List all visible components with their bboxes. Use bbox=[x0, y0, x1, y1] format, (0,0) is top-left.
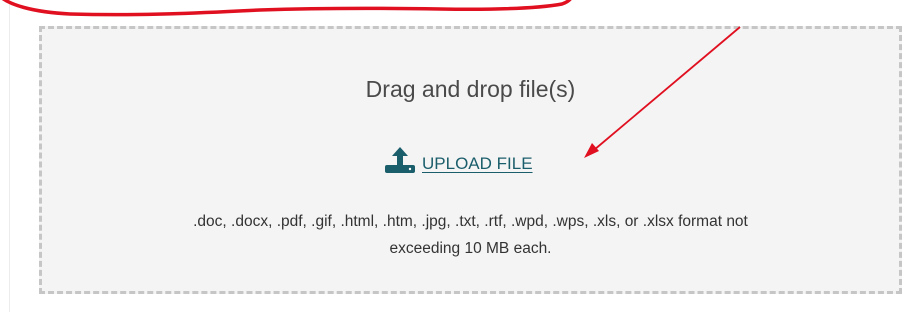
allowed-formats-line-2: exceeding 10 MB each. bbox=[389, 240, 552, 257]
file-drop-zone[interactable]: Drag and drop file(s) UPLOAD FILE .doc, … bbox=[39, 26, 902, 294]
left-divider bbox=[9, 0, 10, 312]
page: Drag and drop file(s) UPLOAD FILE .doc, … bbox=[0, 0, 917, 312]
allowed-formats-line-1: .doc, .docx, .pdf, .gif, .html, .htm, .j… bbox=[193, 213, 748, 230]
allowed-formats-note: .doc, .docx, .pdf, .gif, .html, .htm, .j… bbox=[82, 208, 859, 262]
upload-icon bbox=[385, 147, 415, 173]
upload-file-label[interactable]: UPLOAD FILE bbox=[422, 154, 533, 174]
drop-zone-title: Drag and drop file(s) bbox=[365, 76, 576, 102]
upload-file-link[interactable]: UPLOAD FILE bbox=[384, 146, 533, 174]
highlight-outline-annotation bbox=[1, 0, 572, 17]
